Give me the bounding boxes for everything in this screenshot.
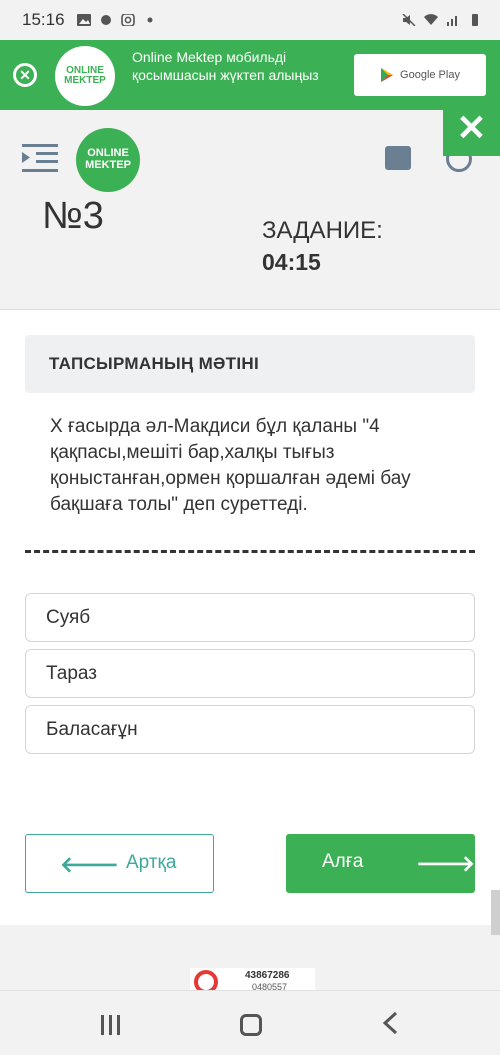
battery-icon: [472, 14, 478, 26]
ad-banner[interactable]: 43867286 0480557: [190, 968, 315, 994]
arrow-left-icon: 🡐: [60, 852, 119, 877]
scrollbar[interactable]: [491, 890, 500, 935]
status-time: 15:16: [22, 10, 65, 29]
mute-icon: [402, 14, 416, 26]
task-number: №3: [42, 195, 104, 237]
next-button[interactable]: Алға 🡒: [286, 834, 475, 893]
promo-text: Online Mektep мобильді қосымшасын жүктеп…: [132, 49, 319, 83]
signal-icon: [447, 16, 457, 26]
task-info: №3 ЗАДАНИЕ: 04:15: [0, 195, 500, 310]
close-icon[interactable]: ✕: [443, 100, 500, 156]
answer-options: Суяб Тараз Баласағұн: [25, 593, 475, 761]
close-banner-icon[interactable]: ✕: [13, 63, 37, 87]
google-play-button[interactable]: Google Play: [354, 54, 486, 96]
arrow-right-icon: 🡒: [416, 851, 475, 876]
menu-icon[interactable]: [22, 142, 58, 174]
task-card: ТАПСЫРМАНЫҢ МӘТІНІ Х ғасырда әл-Макдиси …: [0, 310, 500, 925]
promo-logo-line2: MEKTEP: [64, 75, 106, 86]
app-promo-banner: ✕ ONLINE MEKTEP Online Mektep мобильді қ…: [0, 40, 500, 110]
wifi-icon: [424, 14, 438, 25]
answer-option[interactable]: Тараз: [25, 649, 475, 698]
play-store-icon: [381, 68, 394, 82]
instagram-icon: [120, 14, 135, 26]
promo-logo: ONLINE MEKTEP: [55, 46, 115, 106]
answer-divider: [25, 550, 475, 553]
chat-icon: [100, 15, 111, 25]
task-label: ЗАДАНИЕ:: [262, 217, 383, 244]
header-logo[interactable]: ONLINE MEKTEP: [76, 128, 140, 192]
back-icon[interactable]: [382, 1011, 398, 1035]
notification-icons: [76, 14, 157, 26]
task-timer: 04:15: [262, 249, 321, 275]
task-heading: ТАПСЫРМАНЫҢ МӘТІНІ: [25, 335, 475, 393]
google-play-label: Google Play: [400, 69, 460, 81]
back-button[interactable]: 🡐 Артқа: [25, 834, 214, 893]
dot-icon: [147, 17, 153, 23]
ad-text-1: 43867286: [245, 970, 290, 981]
system-nav-bar: [0, 990, 500, 1055]
next-button-label: Алға: [322, 851, 364, 872]
image-icon: [76, 14, 91, 26]
header-logo-line2: MEKTEP: [85, 159, 131, 171]
home-icon[interactable]: [240, 1014, 262, 1036]
system-icons: [402, 14, 482, 26]
back-button-label: Артқа: [126, 852, 177, 873]
status-bar: 15:16: [0, 0, 500, 40]
recent-apps-icon[interactable]: [100, 1015, 122, 1035]
question-text: Х ғасырда әл-Макдиси бұл қаланы "4 қақпа…: [50, 416, 411, 515]
list-icon[interactable]: [385, 146, 411, 170]
app-header: ONLINE MEKTEP: [0, 110, 500, 208]
answer-option[interactable]: Суяб: [25, 593, 475, 642]
answer-option[interactable]: Баласағұн: [25, 705, 475, 754]
